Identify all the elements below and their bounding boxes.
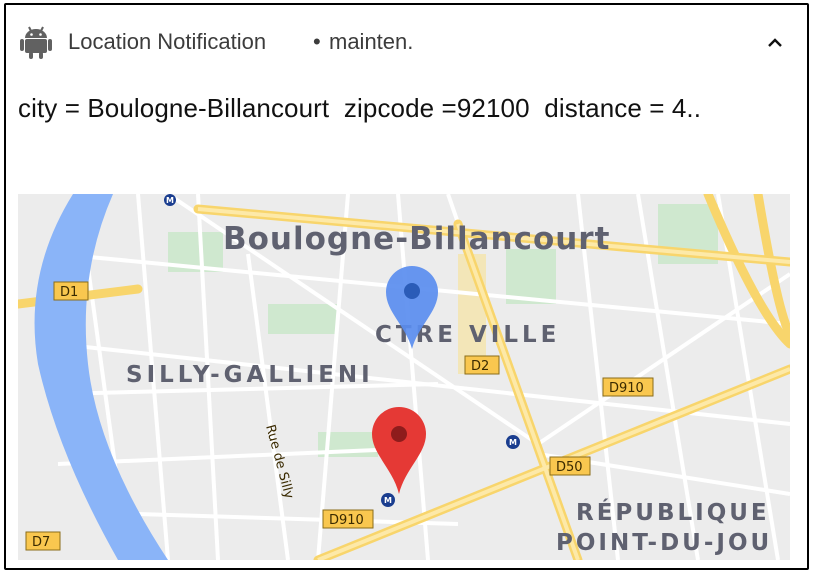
map-image[interactable]: MMM Boulogne-Billancourt CTRE VILLE SILL… xyxy=(18,194,790,560)
notification-header: Location Notification • mainten. xyxy=(6,5,807,75)
road-shield-d1: D1 xyxy=(60,285,78,300)
app-name: Location Notification xyxy=(68,29,267,54)
svg-text:M: M xyxy=(166,196,174,205)
road-shield-d910-east: D910 xyxy=(609,381,644,396)
notification-content: city = Boulogne-Billancourt zipcode =921… xyxy=(18,93,702,123)
road-shield-d50: D50 xyxy=(556,460,583,475)
map-label-republique: RÉPUBLIQUE xyxy=(576,498,770,526)
road-shield-d7: D7 xyxy=(32,535,50,550)
channel-name: mainten. xyxy=(329,29,414,54)
notification-card[interactable]: Location Notification • mainten. city = … xyxy=(4,3,809,570)
chevron-up-icon[interactable] xyxy=(764,35,786,49)
road-shield-d910-west: D910 xyxy=(329,513,364,528)
map-label-city: Boulogne-Billancourt xyxy=(223,221,610,257)
map-label-silly-gallieni: SILLY-GALLIENI xyxy=(126,362,374,388)
android-icon xyxy=(20,26,52,59)
svg-text:M: M xyxy=(509,438,517,447)
header-separator: • xyxy=(313,29,321,54)
svg-text:M: M xyxy=(384,496,392,505)
road-shield-d2: D2 xyxy=(471,359,489,374)
map-label-point-du-jour: POINT-DU-JOU xyxy=(556,530,772,556)
